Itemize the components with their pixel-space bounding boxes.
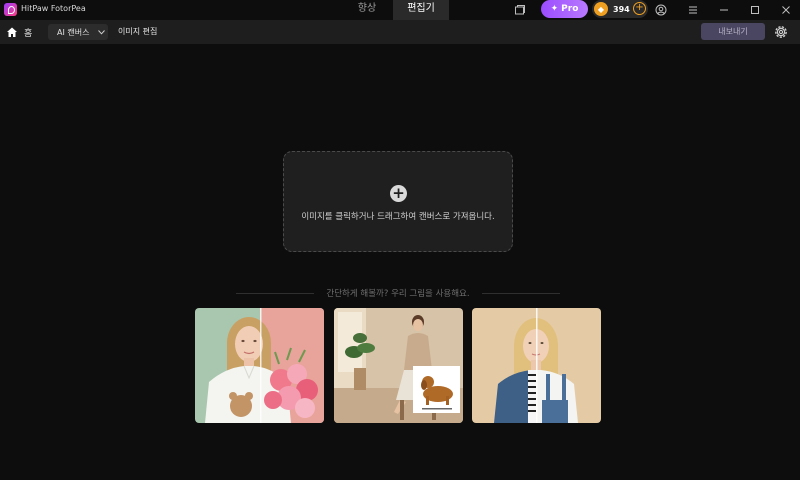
image-drop-zone[interactable]: + 이미지를 클릭하거나 드래그하여 캔버스로 가져옵니다. bbox=[283, 151, 513, 252]
ai-canvas-dropdown[interactable]: AI 캔버스 bbox=[48, 24, 108, 40]
minimize-icon[interactable] bbox=[716, 2, 732, 18]
user-icon[interactable] bbox=[653, 2, 669, 18]
sample-image-woman-denim-split[interactable] bbox=[472, 308, 601, 423]
menu-icon[interactable] bbox=[685, 2, 701, 18]
add-coins-icon[interactable]: + bbox=[633, 2, 646, 15]
sample-divider: 간단하게 해볼까? 우리 그림을 사용해요. bbox=[236, 287, 560, 299]
coin-balance[interactable]: ◆ 394 + bbox=[592, 0, 648, 18]
sample-heading: 간단하게 해볼까? 우리 그림을 사용해요. bbox=[326, 289, 470, 299]
chevron-down-icon bbox=[98, 29, 106, 35]
close-icon[interactable] bbox=[778, 2, 794, 18]
image-edit-button[interactable]: 이미지 편집 bbox=[118, 24, 157, 40]
sample-image-portrait-bouquet[interactable] bbox=[195, 308, 324, 423]
coin-count: 394 bbox=[613, 4, 630, 14]
ai-canvas-label: AI 캔버스 bbox=[57, 27, 90, 37]
home-label: 홈 bbox=[24, 28, 33, 39]
tab-editor[interactable]: 편집기 bbox=[393, 0, 449, 20]
sparkle-icon: ✦ bbox=[550, 4, 559, 14]
maximize-icon[interactable] bbox=[747, 2, 763, 18]
export-button[interactable]: 내보내기 bbox=[701, 23, 765, 40]
app-logo-icon bbox=[4, 3, 17, 16]
title-bar: HitPaw FotorPea 향상 편집기 ✦ Pro ◆ 394 + bbox=[0, 0, 800, 20]
tab-enhance[interactable]: 향상 bbox=[342, 0, 392, 20]
coin-icon: ◆ bbox=[594, 2, 608, 16]
pro-button[interactable]: ✦ Pro bbox=[541, 0, 588, 18]
drop-zone-text: 이미지를 클릭하거나 드래그하여 캔버스로 가져옵니다. bbox=[301, 212, 495, 222]
sample-image-woman-chair-dog[interactable] bbox=[334, 308, 463, 423]
home-button[interactable]: 홈 bbox=[6, 24, 32, 40]
window-icon[interactable] bbox=[512, 2, 528, 18]
pro-label: Pro bbox=[561, 4, 579, 14]
gear-icon[interactable] bbox=[772, 23, 790, 41]
toolbar: 홈 AI 캔버스 이미지 편집 내보내기 bbox=[0, 20, 800, 44]
app-name: HitPaw FotorPea bbox=[21, 4, 86, 13]
home-icon bbox=[7, 27, 17, 37]
add-image-icon[interactable]: + bbox=[390, 185, 407, 202]
